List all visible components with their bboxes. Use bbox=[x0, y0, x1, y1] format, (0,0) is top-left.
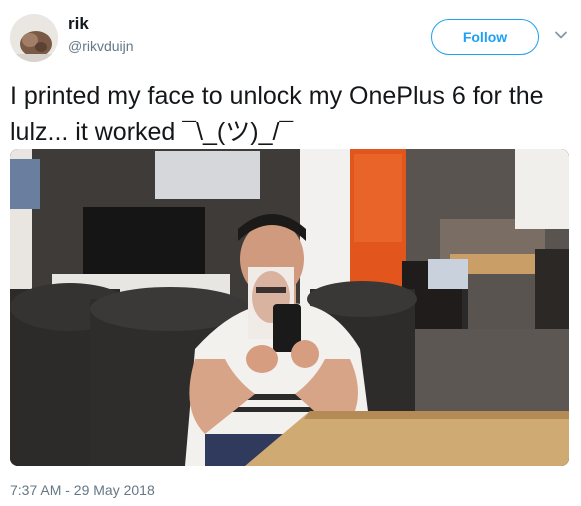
avatar-image bbox=[10, 14, 58, 62]
tweet-text: I printed my face to unlock my OnePlus 6… bbox=[10, 82, 544, 146]
video-frame bbox=[10, 149, 569, 466]
tweet-timestamp[interactable]: 7:37 AM - 29 May 2018 bbox=[10, 482, 155, 498]
follow-button[interactable]: Follow bbox=[431, 19, 539, 55]
display-name[interactable]: rik bbox=[68, 14, 89, 34]
user-handle[interactable]: @rikvduijn bbox=[68, 38, 134, 54]
tweet-media-video[interactable] bbox=[10, 149, 569, 466]
chevron-down-icon[interactable] bbox=[553, 27, 569, 43]
tweet-header: rik @rikvduijn Follow bbox=[0, 0, 581, 70]
avatar[interactable] bbox=[10, 14, 58, 62]
